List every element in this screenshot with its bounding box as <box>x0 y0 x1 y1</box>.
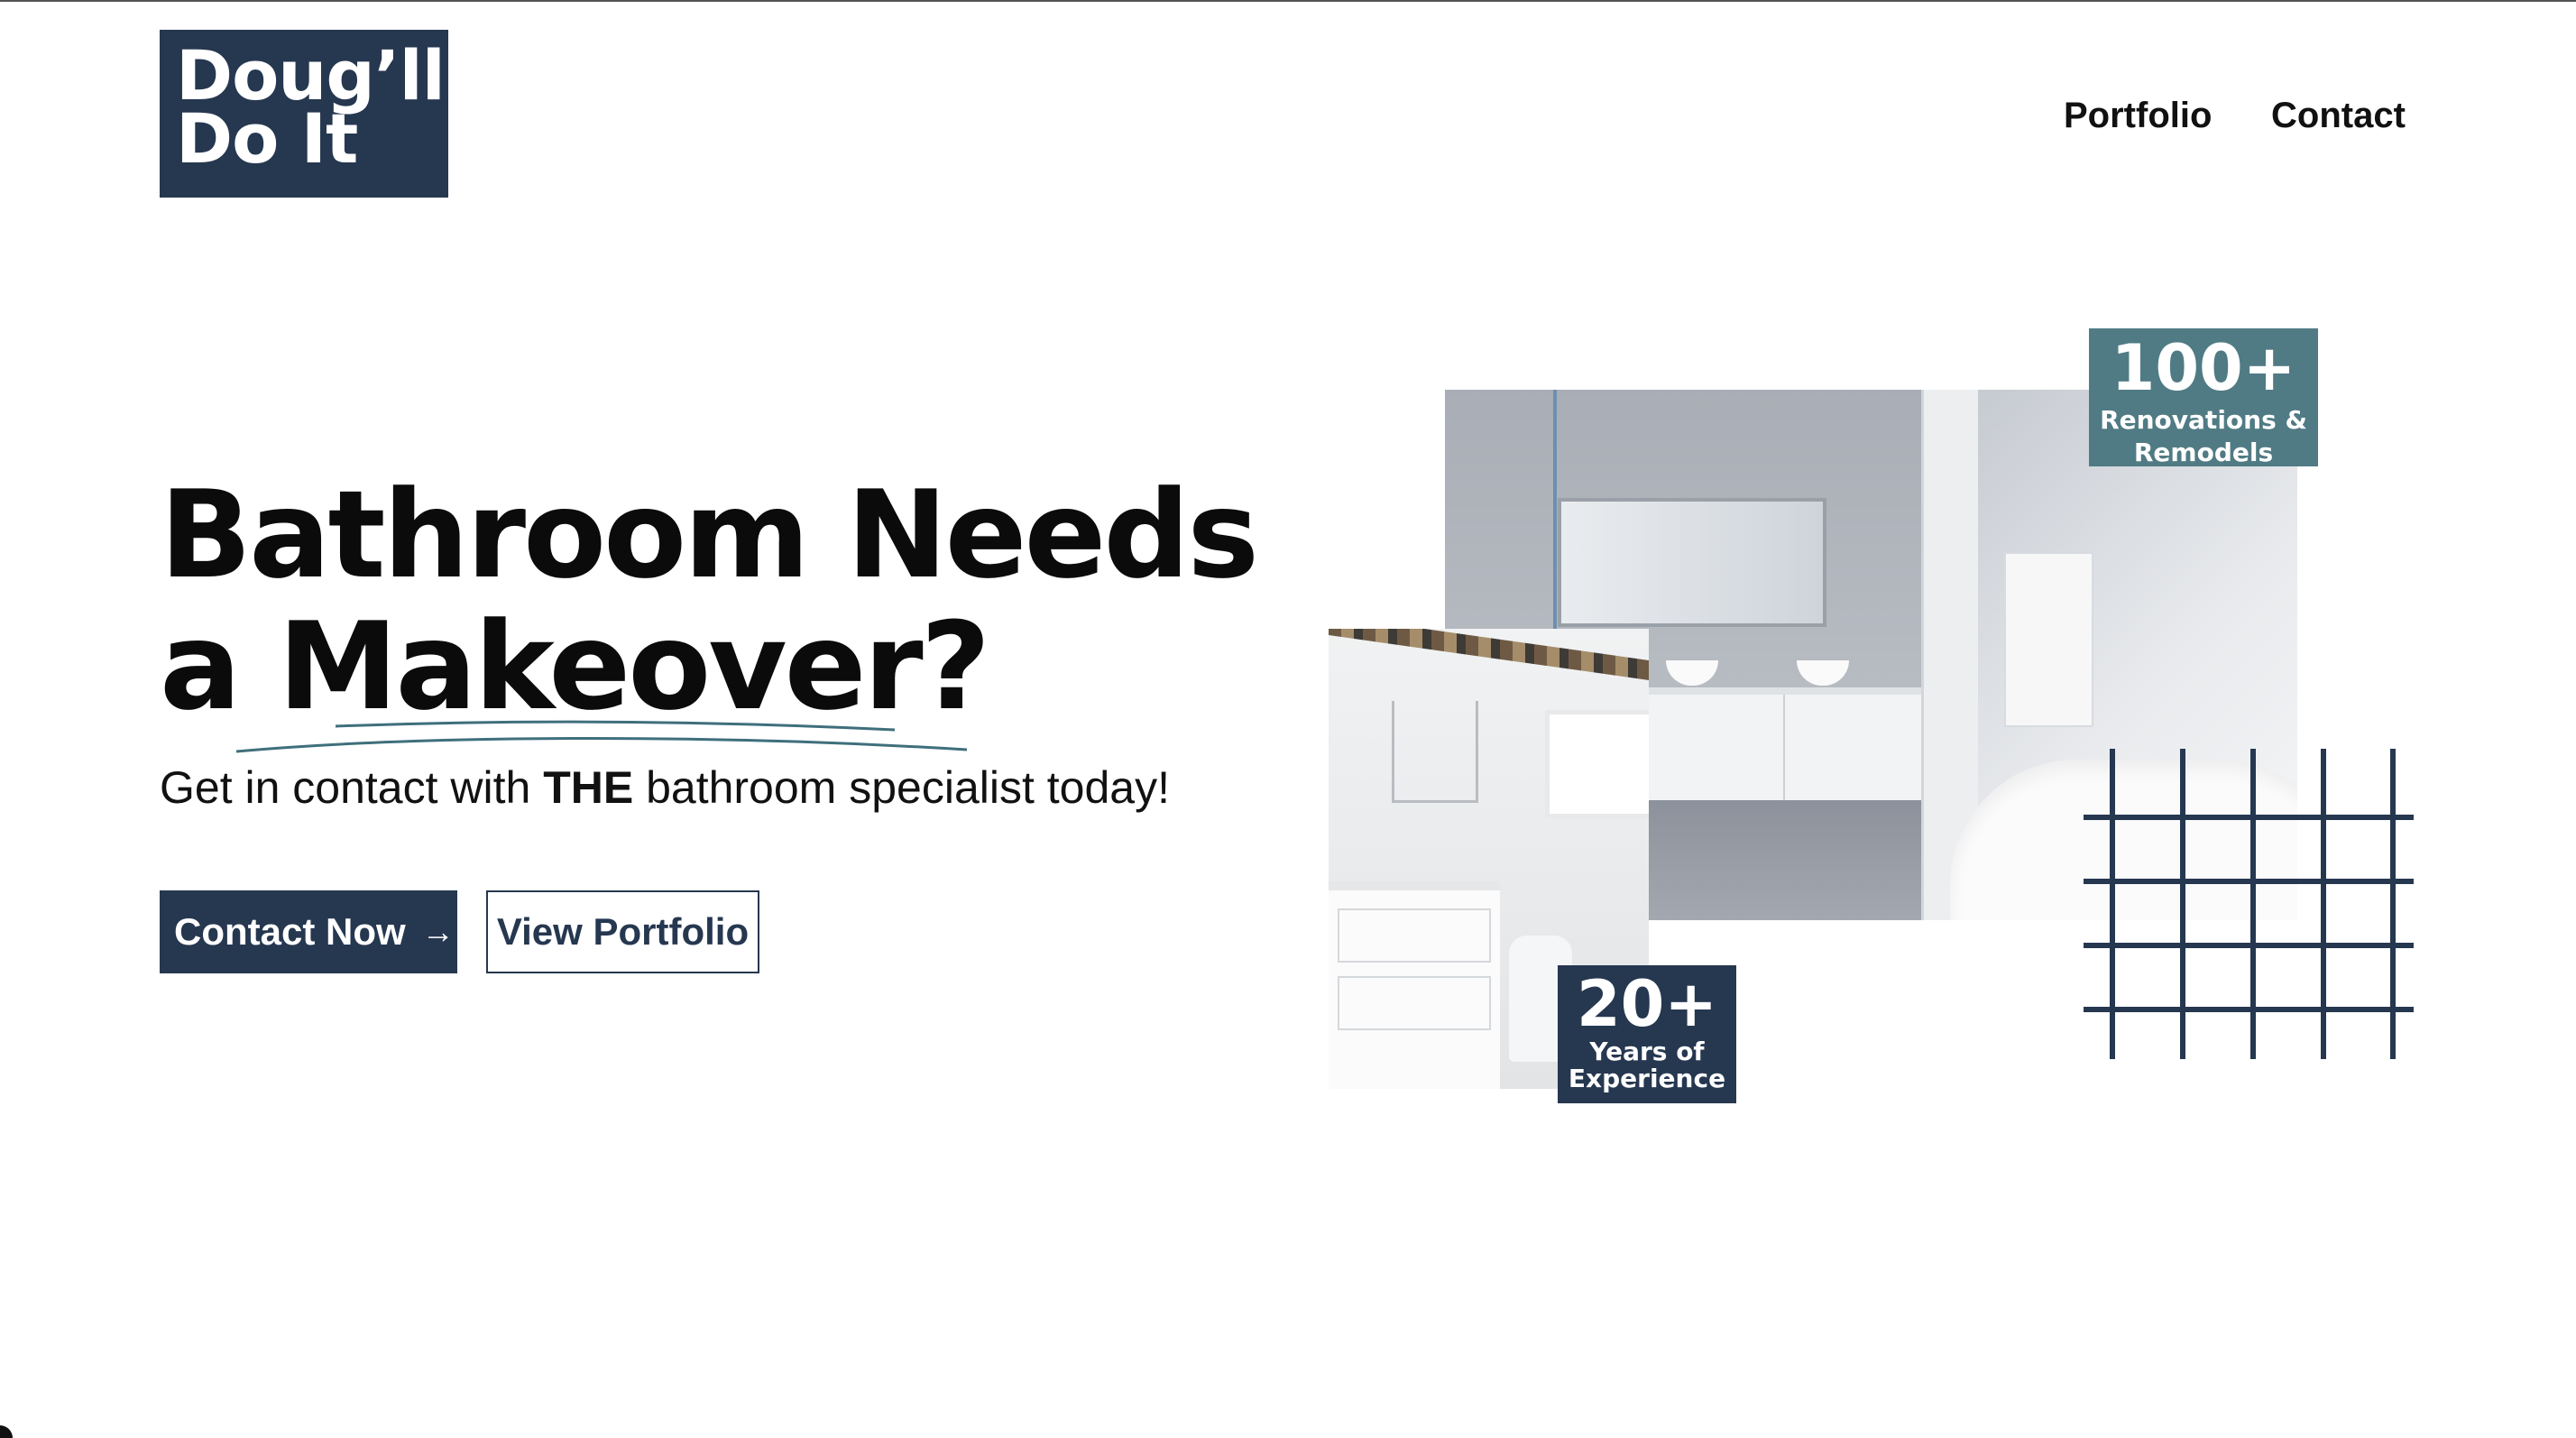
renovations-count: 100+ <box>2111 331 2296 405</box>
photo-cabinet <box>1329 881 1500 1089</box>
renovations-badge: 100+ Renovations & Remodels <box>2089 328 2318 467</box>
contact-now-label: Contact Now <box>174 910 406 953</box>
hero-title: Bathroom Needs a Makeover? <box>160 469 1332 733</box>
experience-count: 20+ <box>1576 967 1718 1041</box>
photo-vanity <box>1648 687 1927 807</box>
contact-now-button[interactable]: Contact Now → <box>160 890 457 973</box>
renovations-label-2: Remodels <box>2133 438 2274 467</box>
photo-mirror <box>1558 498 1826 627</box>
subtitle-text-start: Get in contact with <box>160 762 544 813</box>
arrow-right-icon: → <box>421 913 455 950</box>
hero-subtitle: Get in contact with THE bathroom special… <box>160 761 1170 814</box>
subtitle-emphasis: THE <box>543 762 634 813</box>
window-corner <box>0 1425 13 1438</box>
hero-title-line-1: Bathroom Needs <box>160 465 1259 605</box>
experience-label-1: Years of <box>1589 1037 1705 1066</box>
renovations-label-1: Renovations & <box>2100 405 2307 435</box>
photo-window <box>1545 710 1649 818</box>
hero-title-line-2: a Makeover? <box>160 596 990 737</box>
nav-portfolio-link[interactable]: Portfolio <box>2064 96 2212 136</box>
subtitle-text-end: bathroom specialist today! <box>633 762 1170 813</box>
photo-towel <box>2004 552 2093 727</box>
experience-label-2: Experience <box>1568 1064 1726 1093</box>
site-logo[interactable]: Doug’ll Do It <box>160 30 448 198</box>
window-top-border <box>0 0 2576 2</box>
underline-swoosh <box>236 720 968 753</box>
grid-decoration-icon <box>2084 749 2414 1059</box>
photo-mosaic-tiles <box>1329 629 1649 680</box>
nav-contact-link[interactable]: Contact <box>2271 96 2406 136</box>
logo-line-2: Do It <box>176 98 358 179</box>
experience-badge: 20+ Years of Experience <box>1558 965 1736 1103</box>
view-portfolio-button[interactable]: View Portfolio <box>486 890 759 973</box>
photo-shelf <box>1392 701 1478 803</box>
